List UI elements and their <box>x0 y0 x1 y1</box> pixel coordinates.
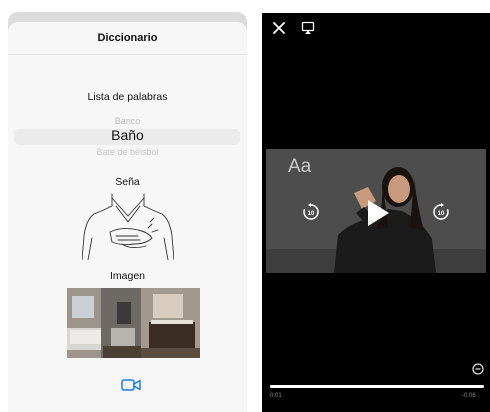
sign-label: Seña <box>115 176 140 188</box>
airplay-icon[interactable] <box>301 21 315 35</box>
options-icon[interactable] <box>472 363 484 375</box>
skip-forward-icon[interactable]: 10 <box>432 203 450 221</box>
skip-back-label: 10 <box>308 211 315 217</box>
picker-item-next[interactable]: Bate de béisbol <box>8 147 247 156</box>
play-icon[interactable] <box>365 198 391 228</box>
skip-back-icon[interactable]: 10 <box>302 203 320 221</box>
skip-forward-label: 10 <box>438 211 445 217</box>
time-remaining: -0:06 <box>462 393 476 399</box>
sign-illustration <box>82 193 174 260</box>
word-list-label: Lista de palabras <box>87 91 168 103</box>
image-label: Imagen <box>109 270 146 282</box>
video-overlay-text: Aa <box>288 156 312 177</box>
bathroom-photo <box>67 288 200 358</box>
picker-item-prev[interactable]: Banco <box>8 116 247 126</box>
video-camera-icon[interactable] <box>120 378 142 392</box>
picker-item-selected[interactable]: Baño <box>8 127 247 143</box>
progress-bar[interactable] <box>270 385 484 388</box>
word-picker[interactable]: Banco Baño Bate de béisbol <box>8 116 247 158</box>
sheet-title: Diccionario <box>97 32 158 44</box>
time-elapsed: 0:01 <box>270 393 282 399</box>
video-player: Aa 10 10 0:01 -0:06 <box>262 13 490 412</box>
dictionary-panel: Diccionario Lista de palabras Banco Baño… <box>0 0 255 412</box>
video-frame[interactable]: Aa 10 10 <box>266 149 486 273</box>
divider <box>8 54 247 55</box>
close-icon[interactable] <box>272 21 286 35</box>
progress-fill <box>270 385 275 388</box>
